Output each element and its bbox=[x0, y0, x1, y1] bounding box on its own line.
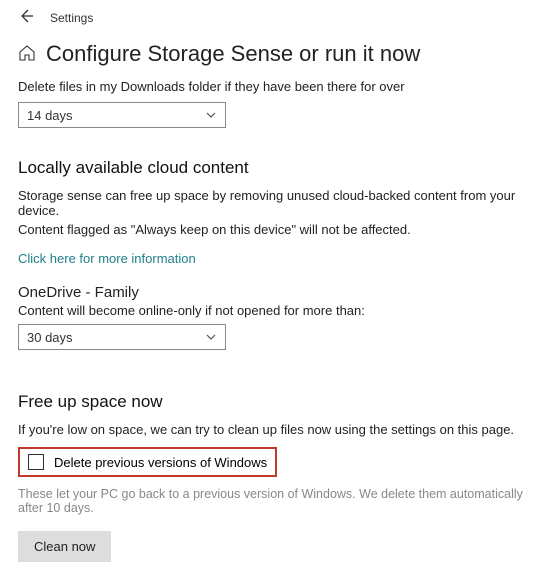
freeup-note: These let your PC go back to a previous … bbox=[18, 487, 532, 515]
clean-now-button[interactable]: Clean now bbox=[18, 531, 111, 562]
back-arrow-icon[interactable] bbox=[18, 8, 34, 27]
header: Settings bbox=[0, 0, 550, 31]
delete-previous-versions-row: Delete previous versions of Windows bbox=[18, 447, 277, 477]
cloud-line1: Storage sense can free up space by remov… bbox=[18, 188, 532, 218]
chevron-down-icon bbox=[205, 331, 217, 343]
onedrive-select[interactable]: 30 days bbox=[18, 324, 226, 350]
delete-previous-versions-checkbox[interactable] bbox=[28, 454, 44, 470]
title-row: Configure Storage Sense or run it now bbox=[0, 31, 550, 73]
downloads-select[interactable]: 14 days bbox=[18, 102, 226, 128]
page-title: Configure Storage Sense or run it now bbox=[46, 41, 420, 67]
downloads-select-value: 14 days bbox=[27, 108, 73, 123]
downloads-desc: Delete files in my Downloads folder if t… bbox=[18, 79, 532, 94]
freeup-heading: Free up space now bbox=[18, 392, 532, 412]
app-label: Settings bbox=[50, 11, 93, 25]
home-icon[interactable] bbox=[18, 44, 36, 65]
cloud-heading: Locally available cloud content bbox=[18, 158, 532, 178]
onedrive-label: OneDrive - Family bbox=[18, 284, 532, 301]
freeup-desc: If you're low on space, we can try to cl… bbox=[18, 422, 532, 437]
cloud-info-link[interactable]: Click here for more information bbox=[18, 251, 196, 266]
onedrive-select-value: 30 days bbox=[27, 330, 73, 345]
delete-previous-versions-label: Delete previous versions of Windows bbox=[54, 455, 267, 470]
chevron-down-icon bbox=[205, 109, 217, 121]
onedrive-desc: Content will become online-only if not o… bbox=[18, 303, 532, 318]
cloud-line2: Content flagged as "Always keep on this … bbox=[18, 222, 532, 237]
